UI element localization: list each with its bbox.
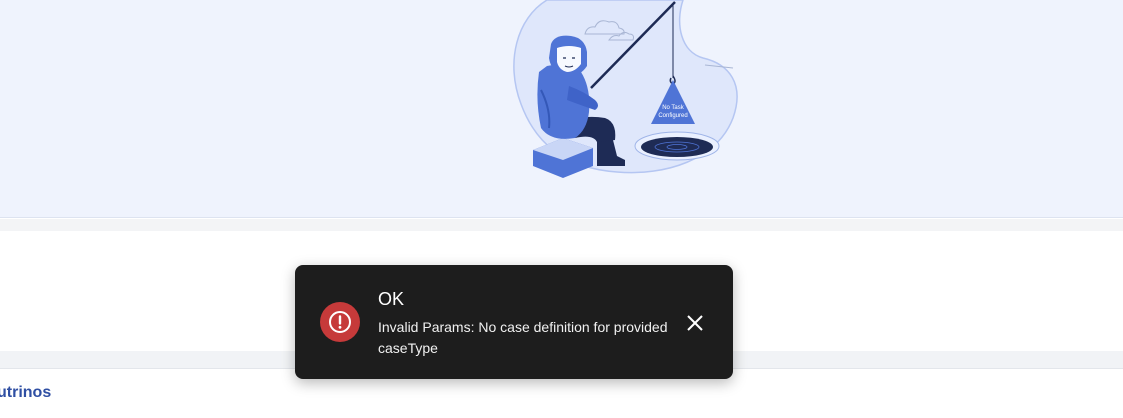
illustration-caption-line1: No Task xyxy=(662,105,685,111)
error-toast: OK Invalid Params: No case definition fo… xyxy=(295,265,733,379)
alert-circle-icon xyxy=(320,302,360,342)
toast-message: Invalid Params: No case definition for p… xyxy=(378,319,668,356)
section-divider xyxy=(0,219,1123,231)
close-icon[interactable] xyxy=(683,311,707,335)
illustration-caption-line2: Configured xyxy=(658,113,687,119)
empty-state-panel: No Task Configured xyxy=(0,0,1123,218)
ice-fishing-illustration: No Task Configured xyxy=(513,0,738,178)
toast-title: OK xyxy=(378,289,405,309)
item-title-link[interactable]: utrinos xyxy=(0,384,51,402)
